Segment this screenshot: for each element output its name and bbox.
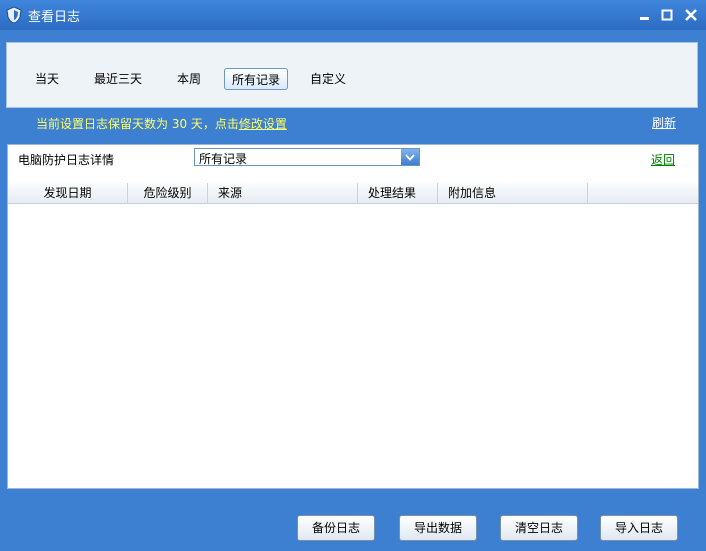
date-filter-panel: 当天 最近三天 本周 所有记录 自定义 — [6, 42, 698, 108]
backup-log-button[interactable]: 备份日志 — [297, 515, 375, 541]
log-detail-panel: 电脑防护日志详情 所有记录 返回 发现日期 危险级别 来源 处理结果 附加信息 — [7, 144, 699, 489]
minimize-icon[interactable] — [636, 6, 654, 24]
column-result[interactable]: 处理结果 — [358, 183, 438, 203]
tab-today[interactable]: 当天 — [27, 68, 67, 90]
modify-settings-link[interactable]: 修改设置 — [239, 117, 287, 131]
refresh-link[interactable]: 刷新 — [652, 114, 676, 131]
tab-last-three-days[interactable]: 最近三天 — [89, 68, 147, 90]
tab-this-week[interactable]: 本周 — [169, 68, 209, 90]
export-data-button[interactable]: 导出数据 — [399, 515, 477, 541]
column-risk-level[interactable]: 危险级别 — [128, 183, 208, 203]
tab-all-records[interactable]: 所有记录 — [224, 68, 288, 90]
back-link[interactable]: 返回 — [651, 151, 675, 168]
record-filter-select[interactable]: 所有记录 — [194, 148, 420, 166]
tab-custom[interactable]: 自定义 — [303, 68, 353, 90]
column-source[interactable]: 来源 — [208, 183, 358, 203]
shield-icon — [6, 6, 22, 24]
record-filter-value: 所有记录 — [199, 152, 248, 166]
maximize-icon[interactable] — [658, 6, 676, 24]
close-icon[interactable] — [682, 6, 700, 24]
log-table-header: 发现日期 危险级别 来源 处理结果 附加信息 — [8, 183, 698, 204]
column-extra-info[interactable]: 附加信息 — [438, 183, 588, 203]
log-detail-label: 电脑防护日志详情 — [18, 153, 115, 167]
retention-info: 当前设置日志保留天数为 30 天，点击修改设置 — [36, 115, 287, 132]
column-filler — [588, 183, 698, 203]
retention-info-text: 当前设置日志保留天数为 30 天，点击 — [36, 117, 239, 131]
title-bar: 查看日志 — [0, 0, 706, 30]
column-discovery-date[interactable]: 发现日期 — [8, 183, 128, 203]
clear-log-button[interactable]: 清空日志 — [500, 515, 578, 541]
window-title: 查看日志 — [28, 10, 81, 25]
import-log-button[interactable]: 导入日志 — [600, 515, 678, 541]
chevron-down-icon[interactable] — [401, 149, 419, 165]
